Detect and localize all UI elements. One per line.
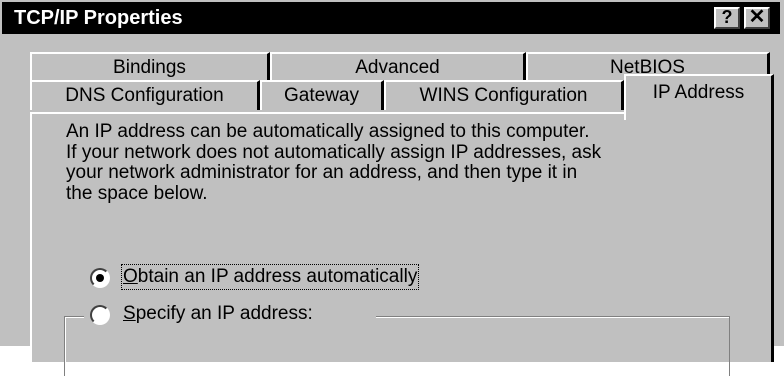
option-label-rest: pecify an IP address: [135,303,313,324]
help-button[interactable]: ? [714,7,740,29]
description-line: If your network does not automatically a… [66,141,602,163]
tab-dns-configuration[interactable]: DNS Configuration [30,80,260,110]
tab-gateway[interactable]: Gateway [260,80,384,110]
tab-bindings[interactable]: Bindings [30,52,270,82]
tab-label: DNS Configuration [65,85,224,106]
radio-selected-dot [96,274,104,282]
mnemonic-s: S [123,303,136,324]
tab-label: Gateway [284,85,359,106]
description-line: the space below. [66,182,208,204]
tab-ip-address[interactable]: IP Address [624,74,774,120]
tab-advanced[interactable]: Advanced [270,52,526,82]
tab-label: WINS Configuration [419,85,588,106]
tcpip-properties-dialog: TCP/IP Properties ? ✕ Bindings Advanced … [0,0,784,376]
close-button[interactable]: ✕ [744,7,770,29]
obtain-ip-automatically-radio[interactable] [90,268,110,288]
specify-ip-address-label[interactable]: Specify an IP address: [123,303,313,325]
description-line: An IP address can be automatically assig… [66,121,590,142]
specify-ip-address-radio[interactable] [90,305,110,325]
window-title: TCP/IP Properties [14,7,183,29]
tab-label: Advanced [355,57,440,78]
description-line: your network administrator for an addres… [66,162,578,183]
option-label-rest: btain an IP address automatically [137,266,418,287]
title-bar: TCP/IP Properties ? ✕ [2,2,780,34]
obtain-ip-automatically-label[interactable]: Obtain an IP address automatically [120,264,420,290]
description-text: An IP address can be automatically assig… [66,121,756,204]
tab-wins-configuration[interactable]: WINS Configuration [384,80,624,110]
mnemonic-o: O [123,266,138,287]
tab-label: IP Address [652,82,745,103]
tab-label: Bindings [113,57,186,78]
